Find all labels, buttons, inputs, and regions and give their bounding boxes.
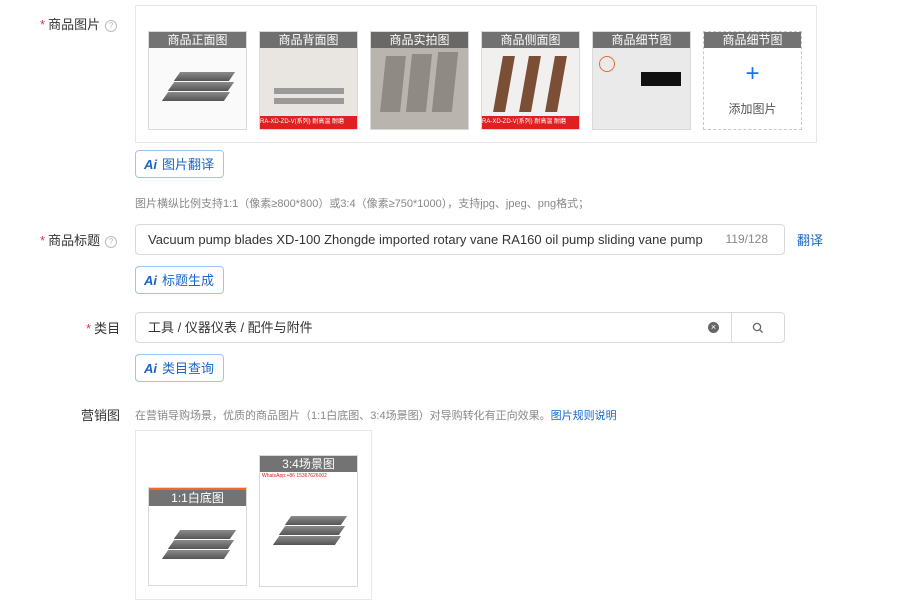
category-label: * 类目 — [86, 321, 121, 336]
white-background-image-slot[interactable]: 1:1白底图 — [148, 487, 247, 586]
category-input-text: 工具 / 仪器仪表 / 配件与附件 — [148, 320, 313, 335]
image-caption: 3:4场景图 — [260, 456, 357, 472]
title-char-counter: 119/128 — [725, 232, 769, 246]
scene-image-slot[interactable]: 3:4场景图 WhatsApp:+86 15367626002 — [259, 455, 358, 587]
help-circle-icon[interactable]: ? — [105, 20, 118, 32]
ai-icon: Ai — [144, 361, 157, 376]
clear-circle-icon[interactable]: × — [708, 322, 719, 333]
marketing-hint: 在营销导购场景，优质的商品图片（1:1白底图、3:4场景图）对导购转化有正向效果… — [135, 410, 617, 422]
image-caption: 商品正面图 — [149, 32, 246, 48]
plus-icon: + — [745, 60, 760, 87]
add-image-label: 添加图片 — [728, 102, 777, 116]
marketing-label: 营销图 — [81, 408, 121, 423]
product-images-label: * 商品图片? — [40, 14, 118, 33]
image-caption: 商品细节图 — [704, 32, 801, 48]
product-images-panel: 商品正面图 商品背面图 RA-XD-ZD-V(系列) 耐高温 耐磨 商品实拍图 … — [135, 5, 817, 143]
title-generate-button[interactable]: Ai 标题生成 — [135, 266, 225, 294]
title-input-text: Vacuum pump blades XD-100 Zhongde import… — [148, 232, 703, 247]
ai-icon: Ai — [144, 157, 157, 172]
image-caption: 商品侧面图 — [482, 32, 579, 48]
image-translate-button[interactable]: Ai 图片翻译 — [135, 150, 225, 178]
title-input[interactable]: Vacuum pump blades XD-100 Zhongde import… — [135, 224, 785, 255]
image-caption: 商品实拍图 — [371, 32, 468, 48]
help-circle-icon[interactable]: ? — [105, 236, 118, 248]
ai-icon: Ai — [144, 273, 157, 288]
image-slot-back[interactable]: 商品背面图 RA-XD-ZD-V(系列) 耐高温 耐磨 — [259, 31, 358, 130]
add-image-slot[interactable]: 商品细节图 + 添加图片 — [703, 31, 802, 130]
image-caption: 1:1白底图 — [149, 490, 246, 506]
image-footer: RA-XD-ZD-V(系列) 耐高温 耐磨 — [260, 116, 357, 129]
highlight-circle-icon — [599, 56, 615, 72]
image-slot-side[interactable]: 商品侧面图 RA-XD-ZD-V(系列) 耐高温 耐磨 — [481, 31, 580, 130]
image-footer: RA-XD-ZD-V(系列) 耐高温 耐磨 — [482, 116, 579, 129]
category-search-button[interactable] — [731, 312, 785, 343]
image-caption: 商品背面图 — [260, 32, 357, 48]
title-translate-link[interactable]: 翻译 — [797, 230, 823, 249]
marketing-images-panel: 1:1白底图 3:4场景图 WhatsApp:+86 15367626002 — [135, 430, 372, 600]
search-icon — [752, 322, 764, 334]
category-query-button[interactable]: Ai 类目查询 — [135, 354, 225, 382]
image-slot-detail[interactable]: 商品细节图 — [592, 31, 691, 130]
image-rules-link[interactable]: 图片规则说明 — [551, 410, 617, 422]
image-caption: 商品细节图 — [593, 32, 690, 48]
image-slot-front[interactable]: 商品正面图 — [148, 31, 247, 130]
scene-watermark: WhatsApp:+86 15367626002 — [262, 473, 327, 479]
title-label: * 商品标题? — [40, 230, 118, 249]
image-slot-real[interactable]: 商品实拍图 — [370, 31, 469, 130]
category-input[interactable]: 工具 / 仪器仪表 / 配件与附件 × — [135, 312, 732, 343]
image-format-hint: 图片横纵比例支持1:1（像素≥800*800）或3:4（像素≥750*1000）… — [135, 198, 590, 210]
